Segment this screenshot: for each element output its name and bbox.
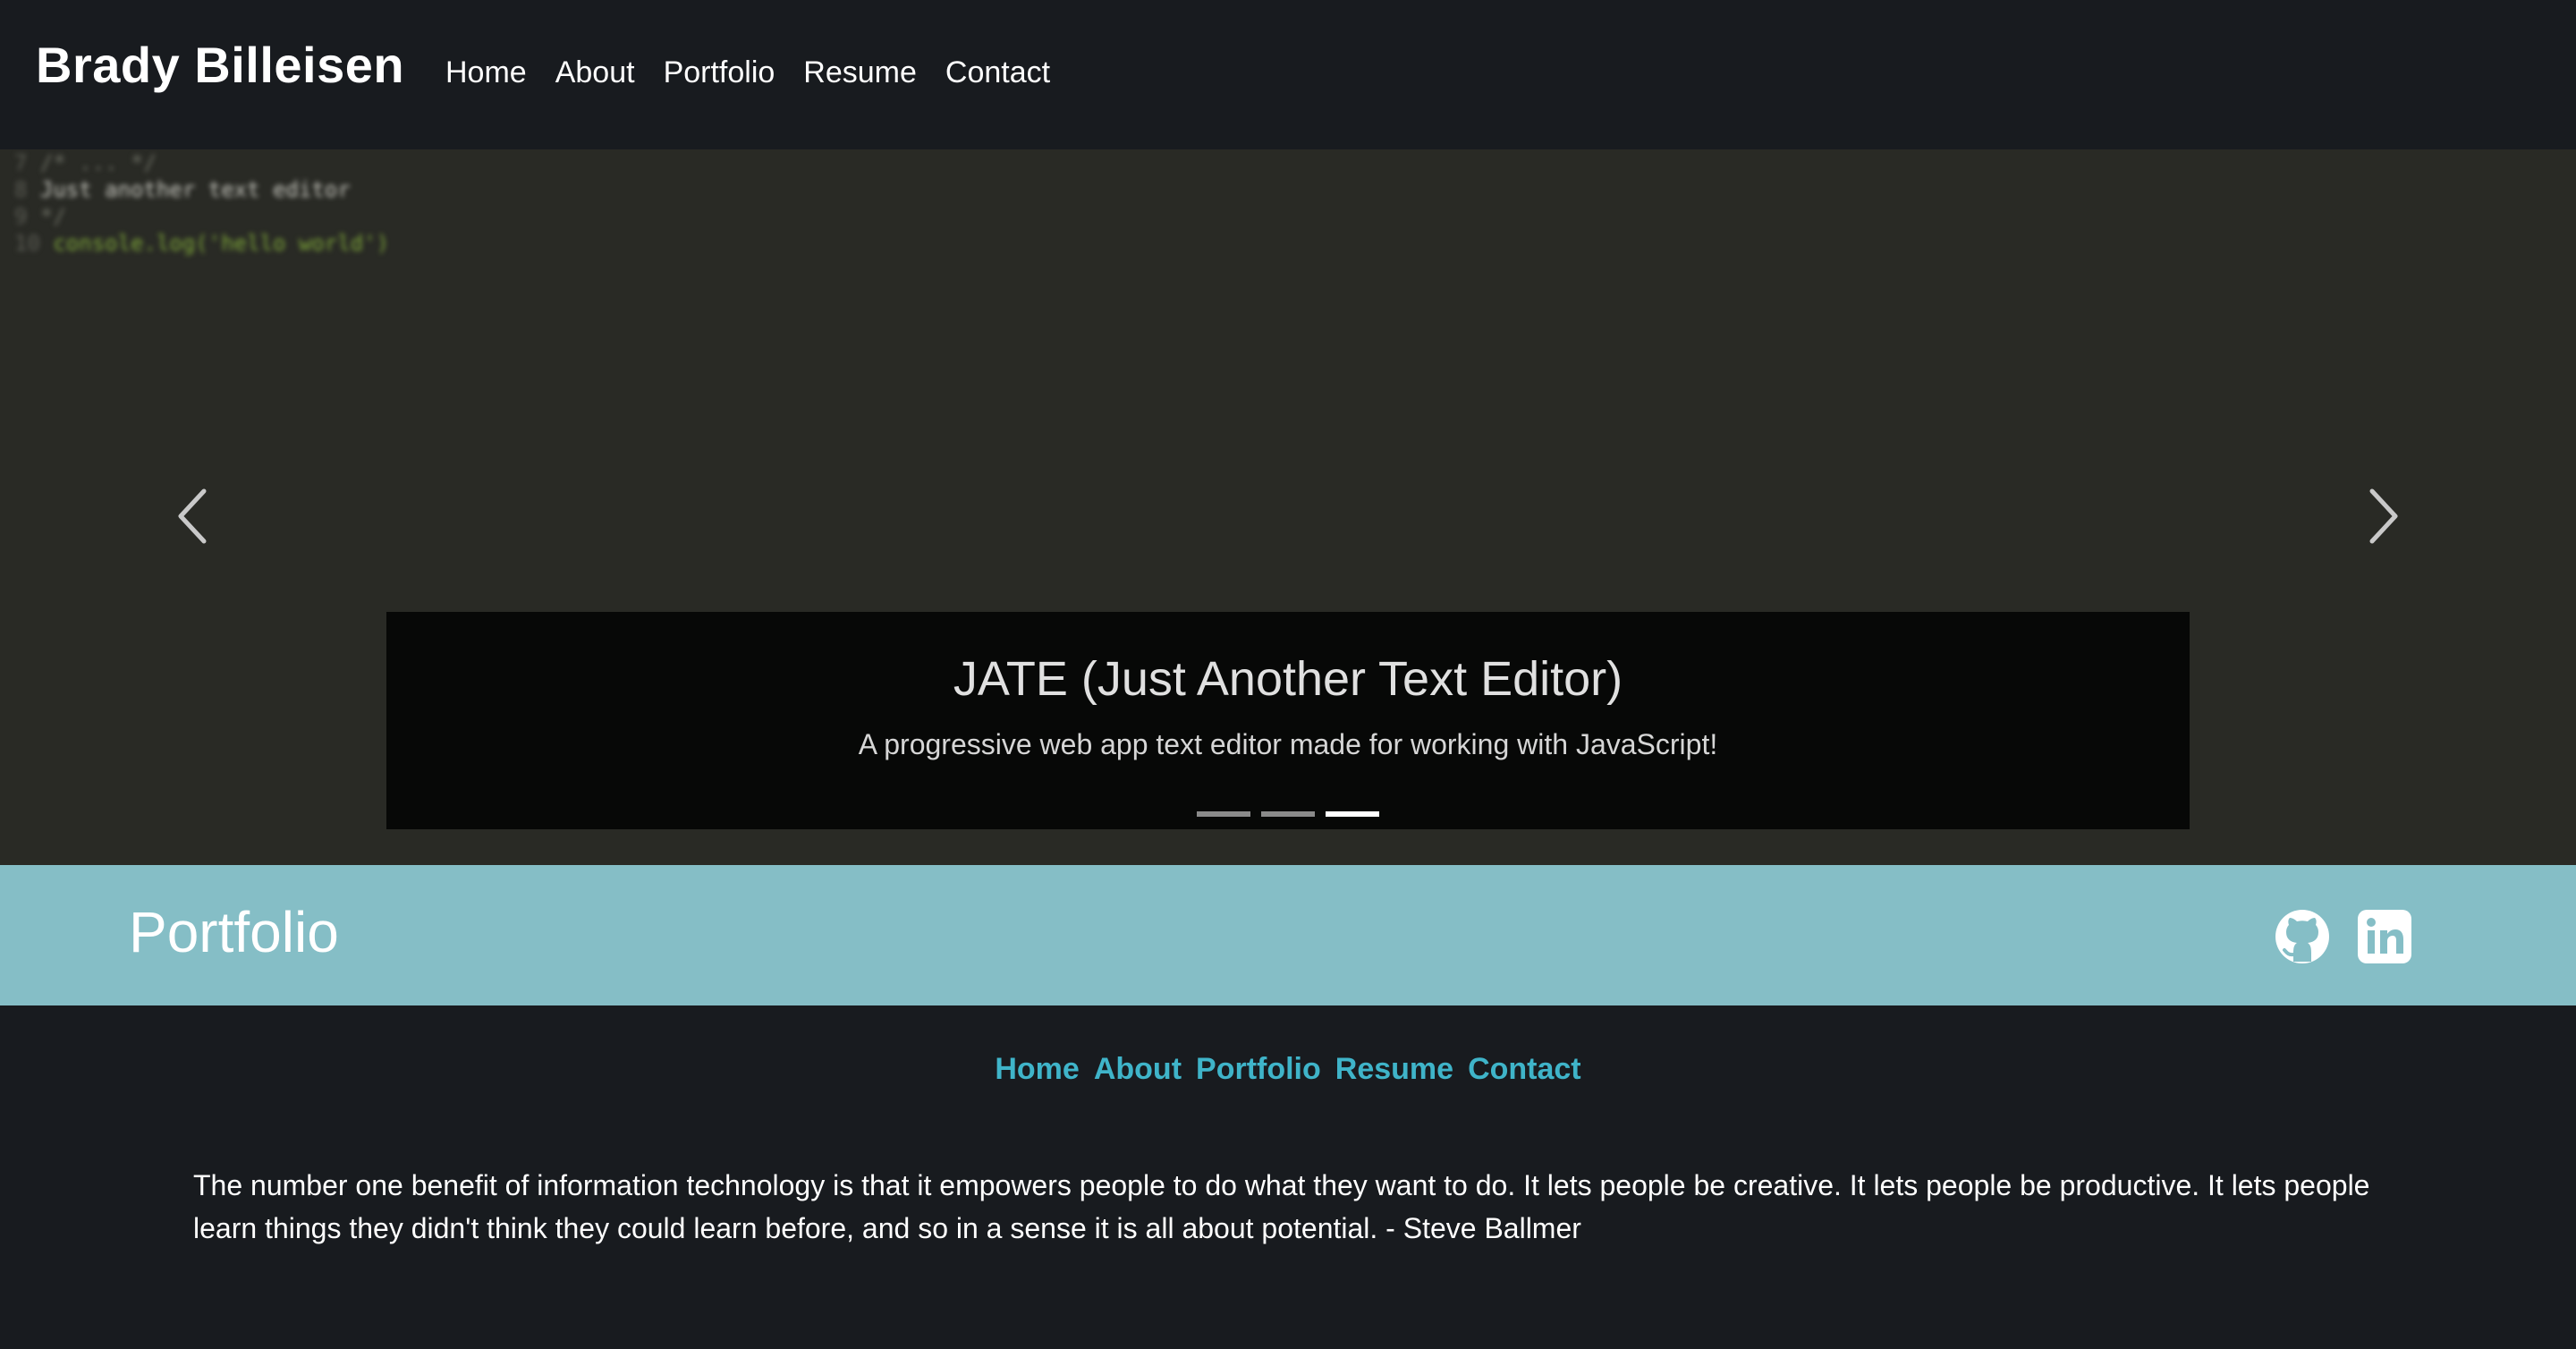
portfolio-header-band: Portfolio [0,865,2576,1005]
footer-link-home[interactable]: Home [995,1052,1079,1087]
carousel-prev-button[interactable] [166,480,220,552]
project-carousel: 7 /* ... */ 8 Just another text editor 9… [0,149,2576,865]
chevron-right-icon [2369,488,2398,544]
carousel-next-button[interactable] [2356,480,2410,552]
brand-name[interactable]: Brady Billeisen [36,36,404,94]
footer-nav: Home About Portfolio Resume Contact [0,1052,2576,1087]
section-title: Portfolio [129,900,339,964]
slide-description: A progressive web app text editor made f… [858,728,1718,760]
carousel-slide-image: 7 /* ... */ 8 Just another text editor 9… [14,150,390,256]
nav-link-resume[interactable]: Resume [803,55,917,90]
nav-link-about[interactable]: About [555,55,635,90]
github-link[interactable] [2274,908,2331,965]
footer-quote: The number one benefit of information te… [193,1169,2370,1244]
slide-title: JATE (Just Another Text Editor) [953,652,1623,706]
site-footer: Home About Portfolio Resume Contact The … [0,1005,2576,1349]
footer-link-resume[interactable]: Resume [1335,1052,1453,1087]
github-icon [2275,910,2329,963]
chevron-left-icon [178,488,207,544]
nav-link-home[interactable]: Home [445,55,527,90]
carousel-caption: JATE (Just Another Text Editor) A progre… [386,612,2190,829]
top-nav: Home About Portfolio Resume Contact [445,55,1079,90]
linkedin-link[interactable] [2356,908,2413,965]
site-header: Brady Billeisen Home About Portfolio Res… [0,0,2576,149]
footer-link-portfolio[interactable]: Portfolio [1196,1052,1321,1087]
carousel-indicators [0,811,2576,817]
footer-link-about[interactable]: About [1094,1052,1182,1087]
footer-link-contact[interactable]: Contact [1468,1052,1581,1087]
carousel-indicator-1[interactable] [1197,811,1250,817]
linkedin-icon [2358,910,2411,963]
nav-link-contact[interactable]: Contact [945,55,1050,90]
carousel-indicator-2[interactable] [1261,811,1315,817]
nav-link-portfolio[interactable]: Portfolio [664,55,775,90]
carousel-indicator-3[interactable] [1326,811,1379,817]
